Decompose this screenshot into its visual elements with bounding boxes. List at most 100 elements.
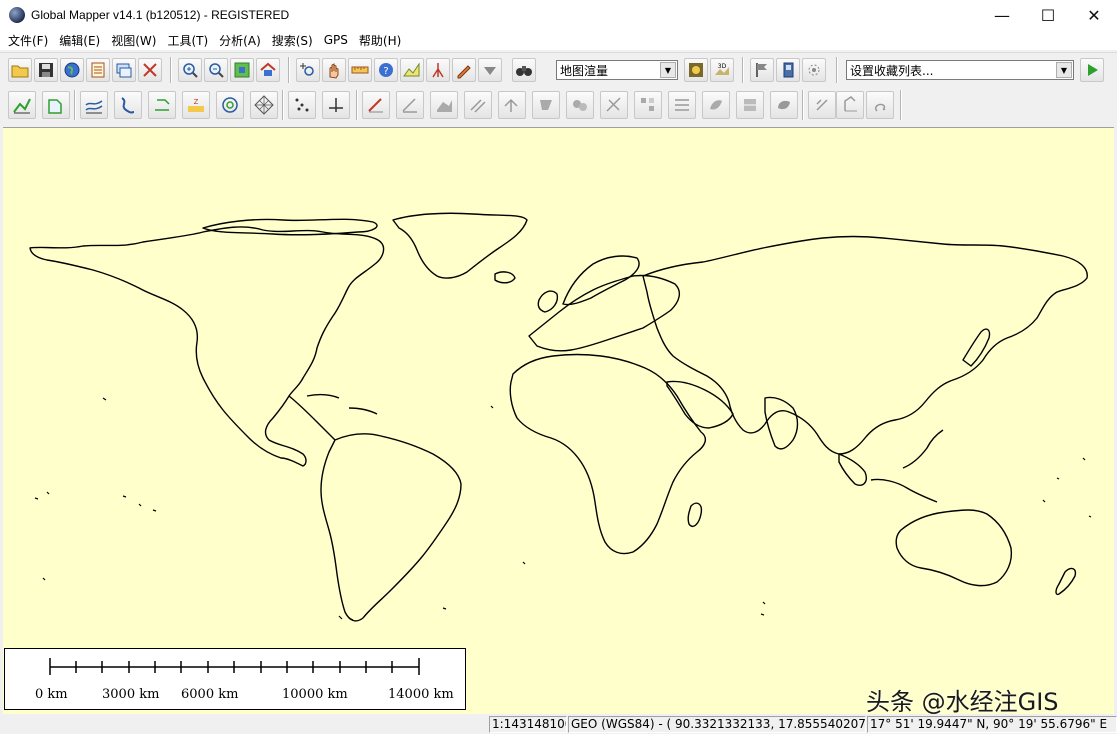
- device-icon[interactable]: [776, 58, 800, 82]
- tool-j-icon[interactable]: [736, 91, 764, 119]
- layer-control-icon[interactable]: [112, 58, 136, 82]
- 3d-view-icon[interactable]: 3D: [710, 58, 734, 82]
- play-icon[interactable]: [1080, 58, 1104, 82]
- config-icon[interactable]: [86, 58, 110, 82]
- tool-k-icon[interactable]: [770, 91, 798, 119]
- menu-file[interactable]: 文件(F): [4, 32, 52, 49]
- india-outline: [764, 396, 799, 450]
- path-profile-icon[interactable]: [400, 58, 424, 82]
- tool-m-icon[interactable]: [836, 91, 864, 119]
- binoculars-icon[interactable]: [512, 58, 536, 82]
- tool-b-icon[interactable]: [464, 91, 492, 119]
- globe-icon[interactable]: [60, 58, 84, 82]
- lower-icon[interactable]: [478, 58, 502, 82]
- japan-outline: [962, 328, 991, 367]
- watershed-icon[interactable]: [114, 91, 142, 119]
- bookmark-select[interactable]: 设置收藏列表... ▼: [846, 60, 1074, 80]
- scale-bar: 0 km 3000 km 6000 km 10000 km 14000 km: [4, 648, 466, 710]
- status-scale: 1:143148100: [489, 716, 567, 733]
- tool-g-icon[interactable]: [634, 91, 662, 119]
- watermark: 头条 @水经注GIS: [866, 688, 1059, 716]
- menu-analysis[interactable]: 分析(A): [215, 32, 265, 49]
- main-toolbar: ? 地图渲量 ▼ 3D 设置收藏列表... ▼: [0, 52, 1117, 86]
- render-mode-value: 地图渲量: [560, 63, 609, 78]
- tool-i-icon[interactable]: [702, 91, 730, 119]
- iceland-outline: [494, 271, 516, 284]
- menu-view[interactable]: 视图(W): [107, 32, 160, 49]
- save-icon[interactable]: [34, 58, 58, 82]
- window-title: Global Mapper v14.1 (b120512) - REGISTER…: [31, 8, 290, 22]
- digitize-icon[interactable]: [452, 58, 476, 82]
- asia-outline: [642, 235, 1088, 455]
- full-view-icon[interactable]: [230, 58, 254, 82]
- tool-h-icon[interactable]: [668, 91, 696, 119]
- arabia-outline: [666, 380, 734, 429]
- maximize-button[interactable]: ☐: [1025, 0, 1071, 30]
- minimize-button[interactable]: —: [979, 0, 1025, 30]
- world-coastline-map: [29, 212, 1092, 622]
- edit-vertex-icon[interactable]: [362, 91, 390, 119]
- tool-l-icon[interactable]: [808, 91, 836, 119]
- menu-gps[interactable]: GPS: [320, 33, 352, 47]
- scale-label: 6000 km: [181, 687, 239, 702]
- status-dms-coords: 17° 51' 19.9447" N, 90° 19' 55.6796" E: [867, 716, 1117, 733]
- app-globe-icon: [9, 7, 25, 23]
- bookmark-value: 设置收藏列表...: [850, 63, 934, 78]
- area-icon[interactable]: [148, 91, 176, 119]
- digitizer-toolbar: Z: [0, 86, 1117, 124]
- caribbean-outline: [306, 393, 378, 415]
- zoom-tool-icon[interactable]: [296, 58, 320, 82]
- digitizer-icon[interactable]: [138, 58, 162, 82]
- zoom-in-icon[interactable]: [178, 58, 202, 82]
- tool-n-icon[interactable]: [866, 91, 894, 119]
- view-shed-icon[interactable]: [426, 58, 450, 82]
- toolbar-separator: [74, 90, 76, 120]
- render-mode-select[interactable]: 地图渲量 ▼: [556, 60, 678, 80]
- zoom-out-icon[interactable]: [204, 58, 228, 82]
- menu-search[interactable]: 搜索(S): [268, 32, 317, 49]
- home-icon[interactable]: [256, 58, 280, 82]
- greenland-outline: [392, 212, 528, 279]
- chevron-down-icon[interactable]: ▼: [660, 62, 676, 78]
- shader-icon[interactable]: [684, 58, 708, 82]
- menu-tools[interactable]: 工具(T): [163, 32, 212, 49]
- contour-icon[interactable]: [80, 91, 108, 119]
- svg-text:Z: Z: [194, 98, 199, 106]
- menu-help[interactable]: 帮助(H): [355, 32, 405, 49]
- europe-outline: [528, 274, 681, 352]
- scale-label: 0 km: [35, 687, 68, 702]
- svg-text:3D: 3D: [718, 63, 727, 70]
- measure-icon[interactable]: [348, 58, 372, 82]
- points-icon[interactable]: [288, 91, 316, 119]
- tool-e-icon[interactable]: [566, 91, 594, 119]
- map-view[interactable]: [3, 127, 1114, 714]
- grid-icon[interactable]: [250, 91, 278, 119]
- open-folder-icon[interactable]: [8, 58, 32, 82]
- smooth-icon[interactable]: [396, 91, 424, 119]
- status-projection-coords: GEO (WGS84) - ( 90.3321332133, 17.855540…: [568, 716, 866, 733]
- toolbar-separator: [900, 90, 902, 120]
- edit-line-icon[interactable]: [42, 91, 70, 119]
- madagascar-outline: [687, 502, 703, 528]
- north-america-outline: [29, 226, 385, 467]
- elevation-icon[interactable]: Z: [182, 91, 210, 119]
- tool-f-icon[interactable]: [600, 91, 628, 119]
- gps-icon[interactable]: [802, 58, 826, 82]
- toolbar-separator: [836, 57, 838, 83]
- menu-edit[interactable]: 编辑(E): [55, 32, 104, 49]
- menu-bar: 文件(F) 编辑(E) 视图(W) 工具(T) 分析(A) 搜索(S) GPS …: [0, 30, 1117, 50]
- move-icon[interactable]: [322, 91, 350, 119]
- tool-d-icon[interactable]: [532, 91, 560, 119]
- scandinavia-outline: [562, 255, 640, 306]
- toolbar-separator: [802, 90, 804, 120]
- tool-a-icon[interactable]: [430, 91, 458, 119]
- flag-icon[interactable]: [750, 58, 774, 82]
- create-line-icon[interactable]: [8, 91, 36, 119]
- chevron-down-icon[interactable]: ▼: [1056, 62, 1072, 78]
- pan-hand-icon[interactable]: [322, 58, 346, 82]
- close-button[interactable]: ✕: [1071, 0, 1117, 30]
- tool-c-icon[interactable]: [498, 91, 526, 119]
- feature-info-icon[interactable]: ?: [374, 58, 398, 82]
- buffer-icon[interactable]: [216, 91, 244, 119]
- toolbar-separator: [288, 57, 290, 83]
